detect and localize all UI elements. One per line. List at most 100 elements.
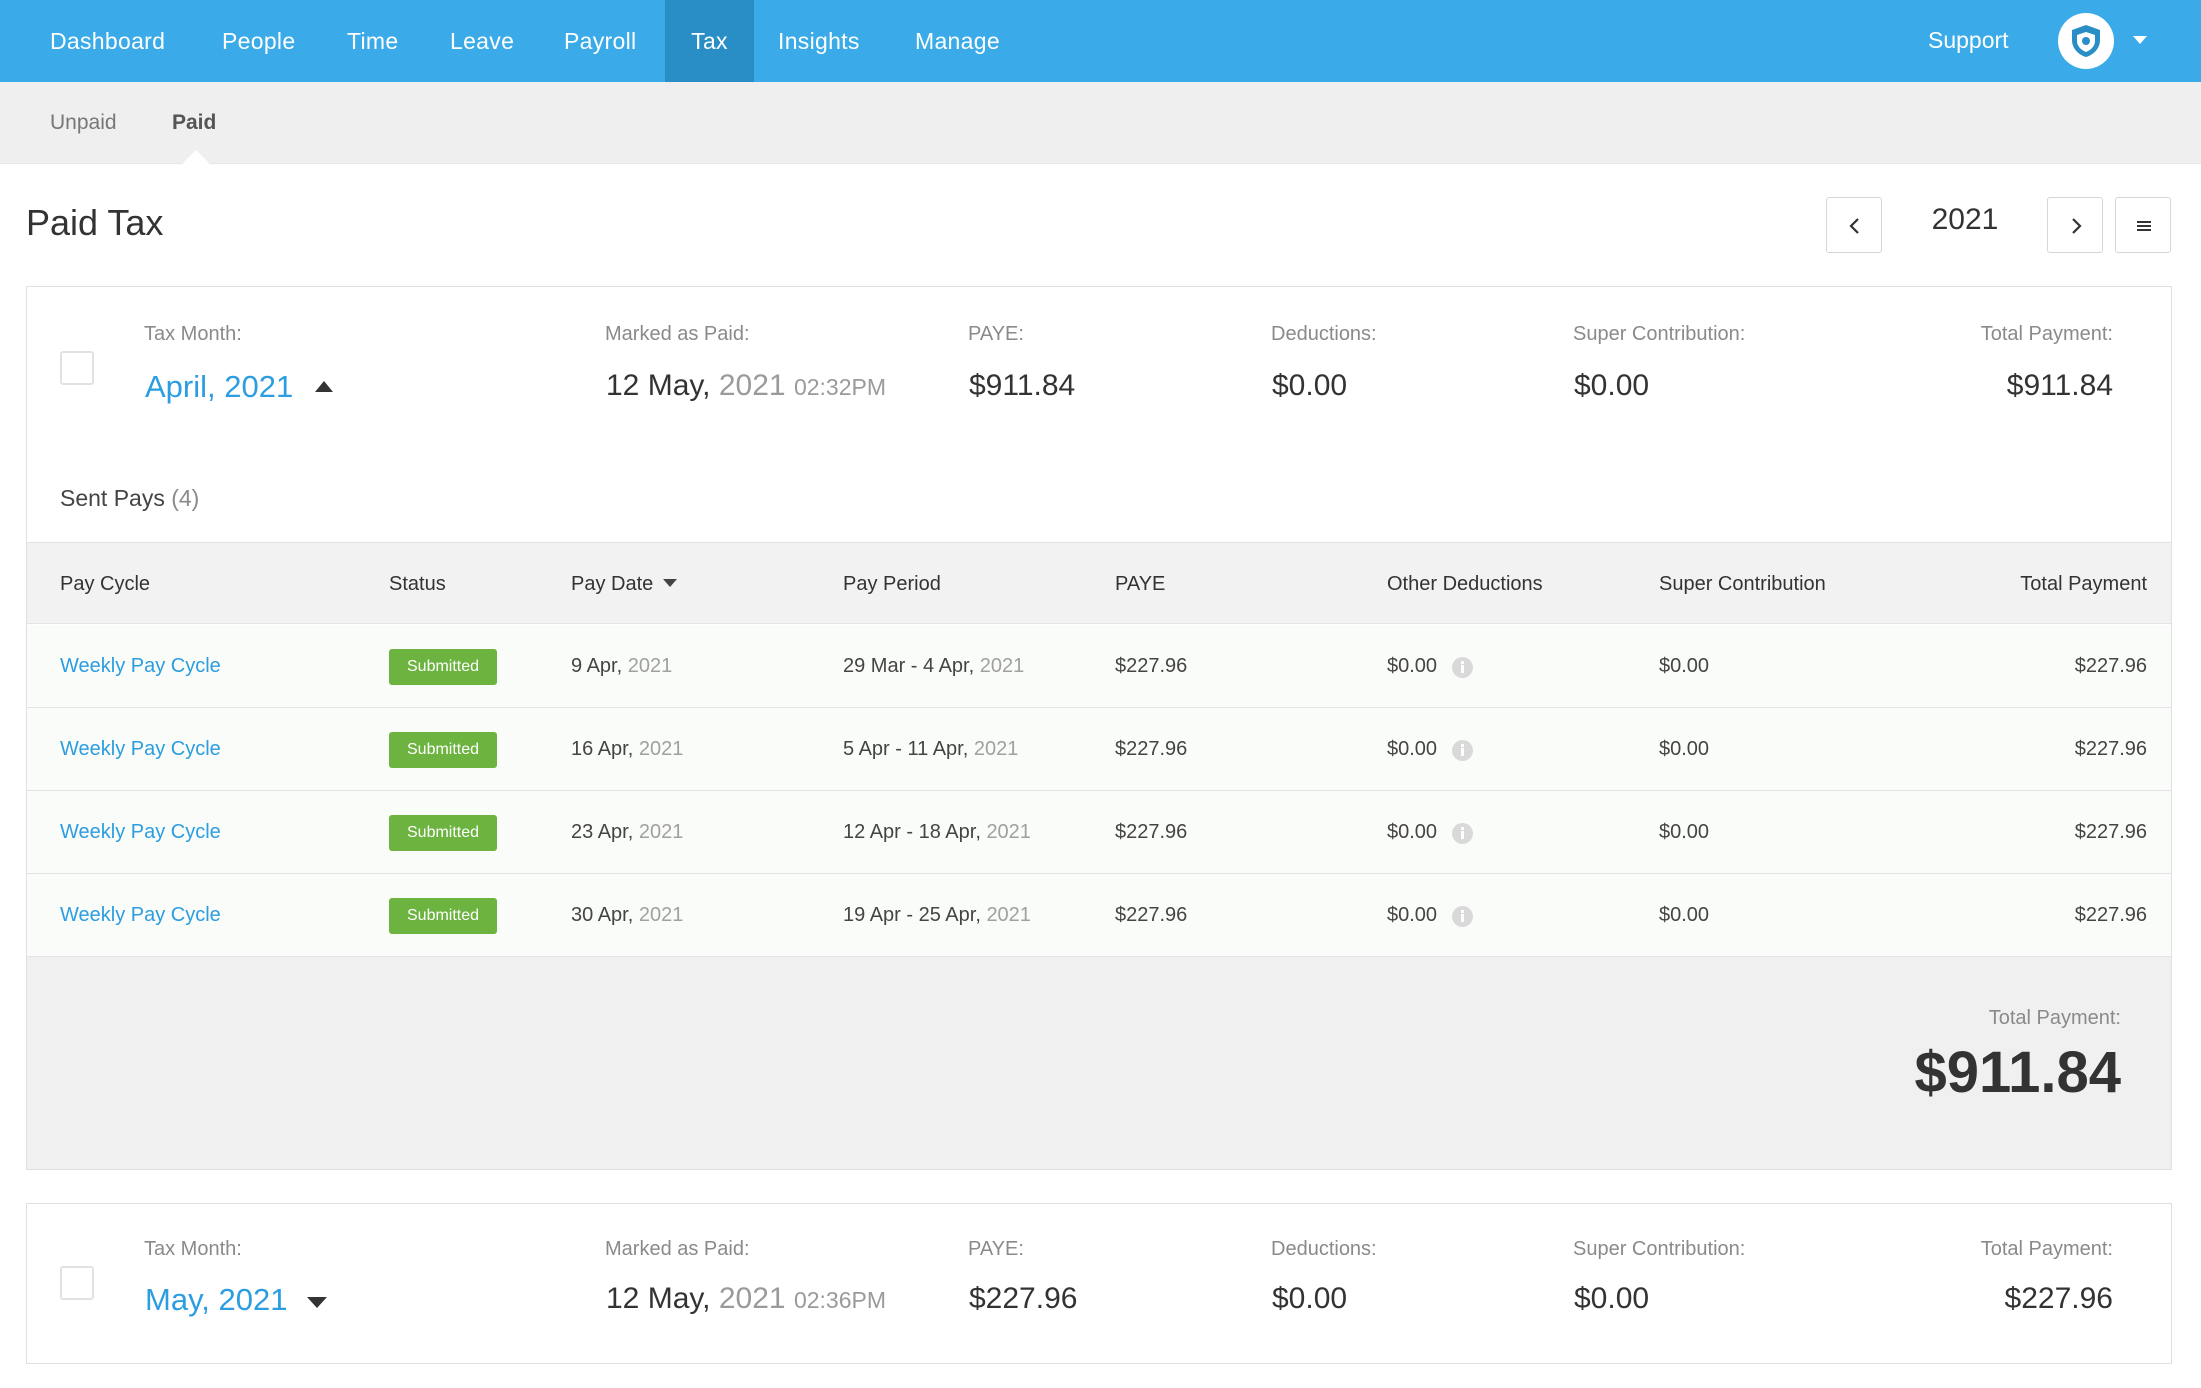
pay-period: 5 Apr - 11 Apr, 2021	[843, 738, 1019, 760]
paye-cell: $227.96	[1115, 655, 1188, 677]
table-row: Weekly Pay Cycle Submitted 9 Apr, 2021 2…	[27, 625, 2171, 708]
info-icon[interactable]	[1452, 906, 1473, 927]
chevron-right-icon	[2072, 218, 2082, 234]
footer-total-label: Total Payment:	[1988, 1007, 2121, 1029]
other-deductions-cell: $0.00	[1387, 904, 1438, 926]
pay-date: 30 Apr, 2021	[571, 904, 684, 926]
chevron-left-icon	[1849, 218, 1859, 234]
nav-tax[interactable]: Tax	[665, 0, 754, 82]
super-cell: $0.00	[1659, 821, 1710, 843]
nav-time[interactable]: Time	[347, 0, 398, 82]
super-label: Super Contribution:	[1573, 323, 1746, 345]
nav-manage[interactable]: Manage	[915, 0, 1000, 82]
total-cell: $227.96	[2074, 738, 2147, 760]
tax-month-label: Tax Month:	[144, 323, 242, 345]
deductions-value: $0.00	[1272, 369, 1348, 402]
table-row: Weekly Pay Cycle Submitted 30 Apr, 2021 …	[27, 874, 2171, 957]
year-display: 2021	[1931, 203, 1999, 236]
prev-year-button[interactable]	[1826, 197, 1882, 253]
paye-value: $227.96	[969, 1282, 1078, 1315]
col-total: Total Payment	[2020, 573, 2147, 595]
page-title: Paid Tax	[26, 202, 164, 243]
pay-cycle-link[interactable]: Weekly Pay Cycle	[60, 708, 221, 791]
info-icon[interactable]	[1452, 740, 1473, 761]
pay-date: 23 Apr, 2021	[571, 821, 684, 843]
paye-label: PAYE:	[968, 1238, 1024, 1260]
marked-paid-value: 12 May, 2021 02:36PM	[606, 1282, 886, 1315]
total-cell: $227.96	[2074, 904, 2147, 926]
tax-month-label: Tax Month:	[144, 1238, 242, 1260]
table-row: Weekly Pay Cycle Submitted 23 Apr, 2021 …	[27, 791, 2171, 874]
other-deductions-cell: $0.00	[1387, 655, 1438, 677]
pay-cycle-link[interactable]: Weekly Pay Cycle	[60, 625, 221, 708]
active-tab-pointer	[182, 150, 210, 164]
total-value: $911.84	[2006, 369, 2113, 402]
sent-pays-heading: Sent Pays (4)	[60, 485, 200, 511]
total-payment-footer: Total Payment: $911.84	[27, 957, 2171, 1169]
super-value: $0.00	[1574, 369, 1650, 402]
subnav-unpaid[interactable]: Unpaid	[50, 82, 117, 164]
other-deductions-cell: $0.00	[1387, 738, 1438, 760]
info-icon[interactable]	[1452, 823, 1473, 844]
deductions-label: Deductions:	[1271, 1238, 1377, 1260]
super-label: Super Contribution:	[1573, 1238, 1746, 1260]
nav-dashboard[interactable]: Dashboard	[50, 0, 165, 82]
super-value: $0.00	[1574, 1282, 1650, 1315]
total-cell: $227.96	[2074, 655, 2147, 677]
marked-paid-label: Marked as Paid:	[605, 1238, 750, 1260]
chevron-down-icon[interactable]	[2133, 36, 2147, 44]
status-badge: Submitted	[389, 898, 498, 934]
total-label: Total Payment:	[1980, 323, 2113, 345]
paye-cell: $227.96	[1115, 904, 1188, 926]
info-icon[interactable]	[1452, 657, 1473, 678]
paye-cell: $227.96	[1115, 821, 1188, 843]
pay-period: 12 Apr - 18 Apr, 2021	[843, 821, 1031, 843]
col-super: Super Contribution	[1659, 573, 1826, 595]
paye-cell: $227.96	[1115, 738, 1188, 760]
tax-month-link[interactable]: April, 2021	[145, 369, 293, 405]
col-pay-cycle: Pay Cycle	[60, 573, 151, 595]
pay-period: 19 Apr - 25 Apr, 2021	[843, 904, 1031, 926]
top-navigation: Dashboard People Time Leave Payroll Tax …	[0, 0, 2201, 82]
marked-paid-value: 12 May, 2021 02:32PM	[606, 369, 886, 402]
tax-month-link[interactable]: May, 2021	[145, 1282, 287, 1318]
collapse-caret-icon[interactable]	[315, 381, 333, 392]
col-status: Status	[389, 573, 446, 595]
super-cell: $0.00	[1659, 738, 1710, 760]
sort-down-icon	[663, 578, 678, 587]
menu-button[interactable]	[2115, 197, 2171, 253]
pay-cycle-link[interactable]: Weekly Pay Cycle	[60, 791, 221, 874]
next-year-button[interactable]	[2047, 197, 2103, 253]
other-deductions-cell: $0.00	[1387, 821, 1438, 843]
status-badge: Submitted	[389, 649, 498, 685]
support-link[interactable]: Support	[1928, 0, 2009, 82]
expand-caret-icon[interactable]	[307, 1297, 327, 1308]
user-avatar[interactable]	[2058, 13, 2114, 69]
sub-navigation: Unpaid Paid	[0, 82, 2201, 164]
total-label: Total Payment:	[1980, 1238, 2113, 1260]
nav-leave[interactable]: Leave	[450, 0, 514, 82]
pay-date: 16 Apr, 2021	[571, 738, 684, 760]
col-pay-date[interactable]: Pay Date	[571, 543, 678, 625]
paye-value: $911.84	[969, 369, 1076, 402]
table-header: Pay Cycle Status Pay Date Pay Period PAY…	[27, 542, 2171, 624]
super-cell: $0.00	[1659, 655, 1710, 677]
marked-paid-label: Marked as Paid:	[605, 323, 750, 345]
pay-cycle-link[interactable]: Weekly Pay Cycle	[60, 874, 221, 957]
pay-date: 9 Apr, 2021	[571, 655, 673, 677]
total-value: $227.96	[2004, 1282, 2113, 1315]
nav-people[interactable]: People	[222, 0, 295, 82]
select-month-checkbox[interactable]	[60, 351, 94, 385]
deductions-label: Deductions:	[1271, 323, 1377, 345]
total-cell: $227.96	[2074, 821, 2147, 843]
hamburger-menu-icon	[2137, 221, 2151, 231]
nav-insights[interactable]: Insights	[778, 0, 860, 82]
footer-total-value: $911.84	[1914, 1040, 2121, 1105]
super-cell: $0.00	[1659, 904, 1710, 926]
col-pay-period: Pay Period	[843, 573, 941, 595]
nav-payroll[interactable]: Payroll	[564, 0, 636, 82]
col-paye: PAYE	[1115, 573, 1166, 595]
select-month-checkbox[interactable]	[60, 1266, 94, 1300]
paye-label: PAYE:	[968, 323, 1024, 345]
shield-avatar-icon	[2072, 25, 2100, 57]
